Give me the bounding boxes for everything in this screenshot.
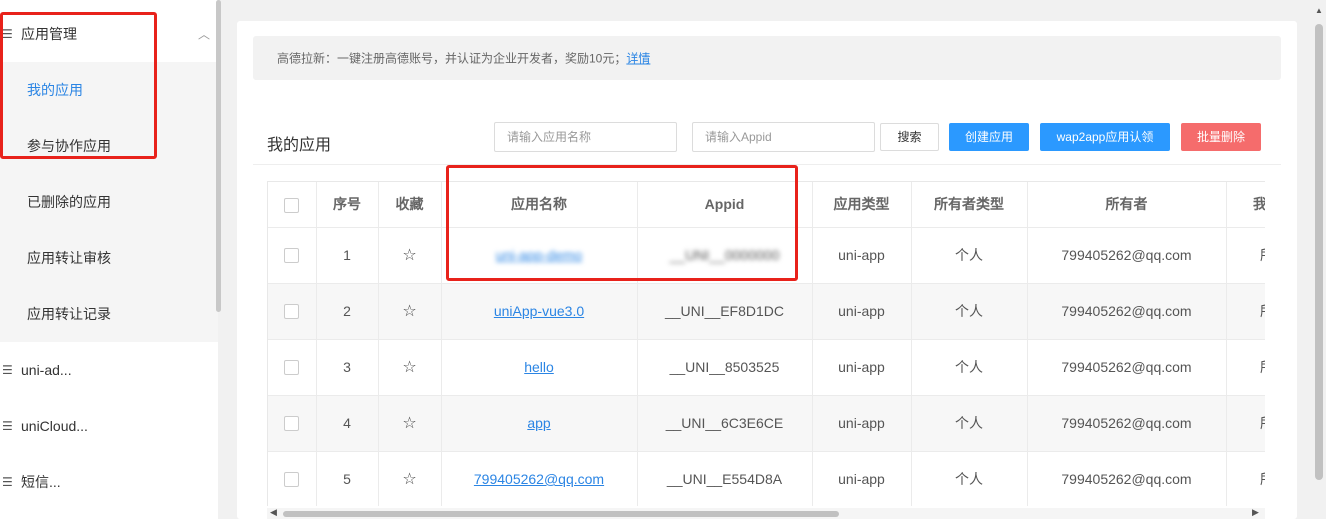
table-row: 4 ☆ app __UNI__6C3E6CE uni-app 个人 799405…: [268, 395, 1265, 452]
sidebar-item-my-apps[interactable]: 我的应用: [0, 62, 218, 118]
row-owner: 799405262@qq.com: [1027, 395, 1227, 452]
star-icon[interactable]: ☆: [402, 471, 416, 488]
app-name-link[interactable]: 799405262@qq.com: [474, 471, 604, 487]
star-icon[interactable]: ☆: [402, 247, 416, 264]
row-index: 1: [316, 227, 379, 284]
sidebar-submenu: 我的应用 参与协作应用 已删除的应用 应用转让审核 应用转让记录: [0, 62, 218, 342]
row-owner-type: 个人: [911, 227, 1028, 284]
col-app-name: 应用名称: [441, 182, 638, 228]
row-appid: __UNI__EF8D1DC: [637, 283, 813, 340]
row-index: 3: [316, 339, 379, 396]
list-icon: ☰: [2, 475, 13, 489]
star-icon[interactable]: ☆: [402, 415, 416, 432]
page-title: 我的应用: [267, 137, 332, 154]
main-card: 高德拉新：一键注册高德账号，并认证为企业开发者，奖励10元；详情 我的应用 请输…: [237, 21, 1297, 519]
row-my-role: 所: [1226, 227, 1265, 284]
sidebar-group-label: 应用管理: [21, 26, 77, 42]
list-icon: ☰: [2, 363, 13, 377]
batch-delete-button[interactable]: 批量删除: [1181, 123, 1261, 151]
row-checkbox[interactable]: [284, 416, 300, 432]
table-header-row: 序号 收藏 应用名称 Appid 应用类型 所有者类型 所有者 我的: [268, 182, 1265, 228]
star-icon[interactable]: ☆: [402, 303, 416, 320]
sidebar-scrollbar[interactable]: [216, 0, 221, 312]
sidebar-item-transfer-review[interactable]: 应用转让审核: [0, 230, 218, 286]
row-owner-type: 个人: [911, 283, 1028, 340]
row-appid: __UNI__E554D8A: [637, 451, 813, 506]
row-owner-type: 个人: [911, 339, 1028, 396]
appid-search-input[interactable]: 请输入Appid: [692, 122, 875, 152]
page-scrollbar-thumb[interactable]: [1315, 24, 1323, 480]
star-icon[interactable]: ☆: [402, 359, 416, 376]
row-owner: 799405262@qq.com: [1027, 339, 1227, 396]
row-appid: __UNI__8503525: [637, 339, 813, 396]
list-icon: ☰: [2, 419, 13, 433]
col-owner-type: 所有者类型: [911, 182, 1028, 228]
row-app-type: uni-app: [812, 283, 912, 340]
row-owner: 799405262@qq.com: [1027, 227, 1227, 284]
table-row: 5 ☆ 799405262@qq.com __UNI__E554D8A uni-…: [268, 451, 1265, 506]
row-index: 5: [316, 451, 379, 506]
sidebar-group-uni-ad[interactable]: ☰ uni-ad...: [0, 342, 218, 398]
app-name-link[interactable]: hello: [524, 359, 554, 375]
col-appid: Appid: [637, 182, 813, 228]
notice-text: 高德拉新：一键注册高德账号，并认证为企业开发者，奖励10元；: [277, 51, 627, 66]
row-appid: __UNI__0000000: [669, 247, 780, 263]
scrollbar-thumb[interactable]: [283, 511, 839, 517]
row-app-type: uni-app: [812, 451, 912, 506]
app-name-link[interactable]: app: [527, 415, 550, 431]
col-owner: 所有者: [1027, 182, 1227, 228]
sidebar-group-sms[interactable]: ☰ 短信...: [0, 454, 218, 510]
divider: [253, 164, 1281, 165]
scroll-left-arrow-icon[interactable]: ◀: [270, 507, 277, 518]
sidebar-item-transfer-records[interactable]: 应用转让记录: [0, 286, 218, 342]
table-row: 2 ☆ uniApp-vue3.0 __UNI__EF8D1DC uni-app…: [268, 283, 1265, 340]
row-index: 4: [316, 395, 379, 452]
app-name-search-input[interactable]: 请输入应用名称: [494, 122, 677, 152]
row-my-role: 所: [1226, 283, 1265, 340]
row-owner-type: 个人: [911, 395, 1028, 452]
row-my-role: 所: [1226, 339, 1265, 396]
row-app-type: uni-app: [812, 227, 912, 284]
select-all-cell: [268, 182, 317, 228]
row-my-role: 所: [1226, 395, 1265, 452]
row-index: 2: [316, 283, 379, 340]
page-vertical-scrollbar[interactable]: ▲: [1313, 0, 1326, 519]
apps-table: 序号 收藏 应用名称 Appid 应用类型 所有者类型 所有者 我的 1 ☆ u…: [267, 181, 1265, 506]
app-name-link[interactable]: uniApp-vue3.0: [494, 303, 584, 319]
sidebar: ☰ 应用管理 ︿ 我的应用 参与协作应用 已删除的应用 应用转让审核 应用转让记…: [0, 0, 221, 519]
notice-detail-link[interactable]: 详情: [626, 52, 650, 66]
row-owner-type: 个人: [911, 451, 1028, 506]
row-checkbox[interactable]: [284, 304, 300, 320]
col-app-type: 应用类型: [812, 182, 912, 228]
row-owner: 799405262@qq.com: [1027, 451, 1227, 506]
row-my-role: 所: [1226, 451, 1265, 506]
wap2app-claim-button[interactable]: wap2app应用认领: [1040, 123, 1170, 151]
sidebar-group-app-manage[interactable]: ☰ 应用管理 ︿: [0, 6, 218, 62]
app-name-link[interactable]: uni-app-demo: [496, 247, 582, 263]
row-checkbox[interactable]: [284, 472, 300, 488]
chevron-up-icon[interactable]: ︿: [198, 26, 210, 43]
search-button[interactable]: 搜索: [880, 123, 939, 151]
row-checkbox[interactable]: [284, 360, 300, 376]
row-checkbox[interactable]: [284, 248, 300, 264]
notice-bar: 高德拉新：一键注册高德账号，并认证为企业开发者，奖励10元；详情: [253, 36, 1281, 80]
sidebar-item-deleted-apps[interactable]: 已删除的应用: [0, 174, 218, 230]
create-app-button[interactable]: 创建应用: [949, 123, 1029, 151]
row-app-type: uni-app: [812, 339, 912, 396]
col-my-role: 我的: [1226, 182, 1265, 228]
sidebar-group-unicloud[interactable]: ☰ uniCloud...: [0, 398, 218, 454]
table-row: 3 ☆ hello __UNI__8503525 uni-app 个人 7994…: [268, 339, 1265, 396]
row-appid: __UNI__6C3E6CE: [637, 395, 813, 452]
col-index: 序号: [316, 182, 379, 228]
table-horizontal-scrollbar[interactable]: ◀ ▶: [267, 507, 1265, 519]
col-favorite: 收藏: [378, 182, 442, 228]
row-app-type: uni-app: [812, 395, 912, 452]
scroll-up-arrow-icon[interactable]: ▲: [1315, 6, 1323, 15]
select-all-checkbox[interactable]: [284, 197, 300, 213]
row-owner: 799405262@qq.com: [1027, 283, 1227, 340]
list-icon: ☰: [2, 27, 13, 41]
table-row: 1 ☆ uni-app-demo __UNI__0000000 uni-app …: [268, 227, 1265, 284]
scroll-right-arrow-icon[interactable]: ▶: [1252, 507, 1259, 518]
sidebar-item-collab-apps[interactable]: 参与协作应用: [0, 118, 218, 174]
